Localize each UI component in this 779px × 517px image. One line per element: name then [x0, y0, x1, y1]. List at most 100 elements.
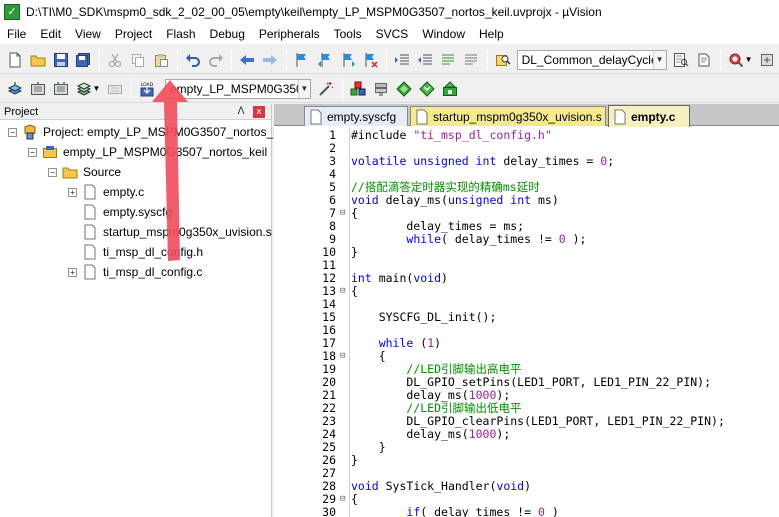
redo-button[interactable] [205, 49, 227, 71]
find-button[interactable] [693, 49, 715, 71]
chevron-down-icon[interactable]: ▼ [93, 84, 101, 93]
menu-help[interactable]: Help [472, 24, 511, 44]
next-bookmark-icon [343, 52, 355, 67]
expand-icon[interactable]: + [68, 267, 77, 277]
tree-node-label: Project: empty_LP_MSPM0G3507_nortos_k [43, 125, 280, 139]
menu-edit[interactable]: Edit [33, 24, 68, 44]
tree-node-source-group[interactable]: − Source [48, 162, 121, 182]
tree-node-file[interactable]: + empty.c [68, 182, 144, 202]
fold-marker-icon[interactable]: ⊟ [340, 285, 348, 298]
tree-node-file[interactable]: + ti_msp_dl_config.c [68, 262, 202, 282]
rebuild-button[interactable] [50, 78, 72, 100]
target-combo[interactable]: empty_LP_MSPM0G3507_ ▼ [165, 78, 311, 99]
batch-build-button[interactable]: ▼ [73, 78, 103, 100]
software-packs-button[interactable] [439, 78, 461, 100]
menu-view[interactable]: View [68, 24, 108, 44]
line-number: 6 [329, 193, 336, 207]
new-file-button[interactable] [4, 49, 26, 71]
code-line: void SysTick_Handler(void) [351, 480, 531, 493]
find-in-files-icon [495, 54, 511, 66]
menu-svcs[interactable]: SVCS [369, 24, 416, 44]
open-file-button[interactable] [27, 49, 49, 71]
function-combo[interactable]: DL_Common_delayCycles ▼ [516, 49, 667, 70]
copy-button[interactable] [127, 49, 149, 71]
tree-node-file[interactable]: startup_mspm0g350x_uvision.s [82, 222, 272, 242]
code-token: delay_times = ms; [351, 219, 525, 233]
fold-marker-icon[interactable]: ⊟ [340, 493, 348, 506]
build-button[interactable] [27, 78, 49, 100]
code-token: ); [496, 427, 511, 441]
file-icon [614, 109, 626, 124]
manage-project-items-button[interactable] [347, 78, 369, 100]
code-token: DL_GPIO_setPins(LED1_PORT, LED1_PIN_22_P… [351, 375, 712, 389]
pin-icon[interactable]: ᐱ [235, 106, 247, 117]
uncomment-button[interactable] [460, 49, 482, 71]
menu-project[interactable]: Project [108, 24, 159, 44]
tab-startup-s[interactable]: startup_mspm0g350x_uvision.s [410, 106, 606, 126]
collapse-icon[interactable]: − [8, 127, 17, 137]
tree-node-label: ti_msp_dl_config.h [103, 245, 204, 259]
prev-bookmark-button[interactable] [314, 49, 336, 71]
unindent-icon [418, 54, 433, 64]
code-editor[interactable]: #include "ti_msp_dl_config.h" volatile un… [351, 127, 779, 517]
code-token: while [406, 232, 442, 246]
menu-tools[interactable]: Tools [327, 24, 369, 44]
navigate-forward-button[interactable] [259, 49, 281, 71]
indent-button[interactable] [391, 49, 413, 71]
unindent-button[interactable] [414, 49, 436, 71]
tree-node-project[interactable]: − Project: empty_LP_MSPM0G3507_nortos_k [8, 122, 279, 142]
configure-button[interactable] [756, 49, 778, 71]
tree-node-file[interactable]: ti_msp_dl_config.h [82, 242, 203, 262]
code-token: ms) [531, 193, 559, 207]
line-number: 8 [329, 219, 336, 233]
close-icon[interactable]: x [253, 105, 265, 118]
menu-peripherals[interactable]: Peripherals [252, 24, 327, 44]
save-button[interactable] [50, 49, 72, 71]
code-token: void [351, 193, 379, 207]
cut-button[interactable] [104, 49, 126, 71]
fold-marker-icon[interactable]: ⊟ [340, 207, 348, 220]
clear-bookmarks-button[interactable] [360, 49, 382, 71]
manage-run-time-button[interactable] [393, 78, 415, 100]
tab-empty-syscfg[interactable]: empty.syscfg [304, 106, 408, 126]
load-download-button[interactable]: LOAD [136, 78, 158, 100]
title-bar: ✓ D:\TI\M0_SDK\mspm0_sdk_2_02_00_05\empt… [0, 0, 779, 24]
navigate-back-button[interactable] [236, 49, 258, 71]
paste-button[interactable] [150, 49, 172, 71]
translate-button[interactable] [4, 78, 26, 100]
folder-icon [62, 167, 78, 179]
code-token: void [413, 271, 442, 285]
menu-file[interactable]: File [0, 24, 33, 44]
collapse-icon[interactable]: − [48, 167, 57, 177]
code-token: { [351, 206, 358, 220]
tree-node-target[interactable]: − empty_LP_MSPM0G3507_nortos_keil [28, 142, 267, 162]
insert-bookmark-button[interactable] [291, 49, 313, 71]
comment-button[interactable] [437, 49, 459, 71]
fold-marker-icon[interactable]: ⊟ [340, 350, 348, 363]
tab-empty-c[interactable]: empty.c [608, 105, 690, 127]
menu-debug[interactable]: Debug [203, 24, 252, 44]
code-line: volatile unsigned int delay_times = 0; [351, 155, 614, 168]
chevron-down-icon[interactable]: ▼ [297, 79, 310, 98]
debug-session-button[interactable]: ▼ [725, 49, 755, 71]
next-bookmark-button[interactable] [337, 49, 359, 71]
chevron-down-icon[interactable]: ▼ [652, 50, 666, 69]
menu-flash[interactable]: Flash [159, 24, 202, 44]
expand-icon[interactable]: + [68, 187, 77, 197]
incremental-find-button[interactable] [671, 49, 693, 71]
stop-build-button[interactable] [104, 78, 126, 100]
menu-window[interactable]: Window [415, 24, 472, 44]
collapse-icon[interactable]: − [28, 147, 37, 157]
pack-installer-button[interactable] [416, 78, 438, 100]
chevron-down-icon[interactable]: ▼ [745, 55, 753, 64]
code-token: SysTick_Handler( [378, 479, 497, 493]
save-all-button[interactable] [72, 49, 94, 71]
find-in-files-button[interactable] [492, 49, 514, 71]
code-token: { [351, 349, 386, 363]
prev-bookmark-icon [317, 52, 330, 67]
target-options-button[interactable] [315, 78, 337, 100]
tree-node-file[interactable]: empty.syscfg [82, 202, 172, 222]
undo-button[interactable] [182, 49, 204, 71]
select-packs-button[interactable] [370, 78, 392, 100]
code-line: while( delay_times != 0 ); [351, 233, 586, 246]
